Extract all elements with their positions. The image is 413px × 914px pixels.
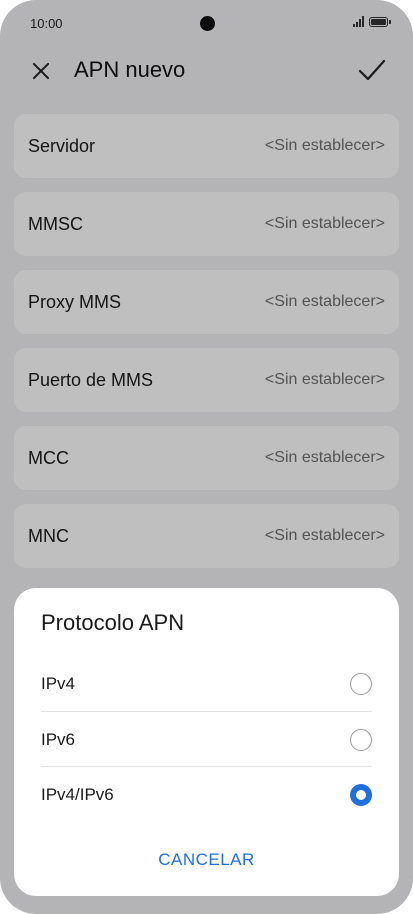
option-label: IPv4	[41, 673, 76, 693]
radio-button-selected[interactable]	[350, 783, 372, 806]
option-ipv4[interactable]: IPv4	[41, 656, 372, 711]
protocol-dialog: Protocolo APN IPv4 IPv6 IPv4/IPv6 CANCEL…	[14, 588, 399, 896]
dialog-title: Protocolo APN	[41, 610, 185, 635]
cancel-button[interactable]: CANCELAR	[14, 850, 399, 870]
phone-screen: 10:00 APN nuevo Servidor <Sin establecer…	[0, 0, 413, 914]
radio-button[interactable]	[350, 728, 372, 751]
option-label: IPv6	[41, 729, 76, 749]
radio-button[interactable]	[350, 672, 372, 695]
option-label: IPv4/IPv6	[41, 784, 114, 804]
option-ipv6[interactable]: IPv6	[41, 712, 372, 767]
option-ipv4-ipv6[interactable]: IPv4/IPv6	[41, 767, 372, 822]
